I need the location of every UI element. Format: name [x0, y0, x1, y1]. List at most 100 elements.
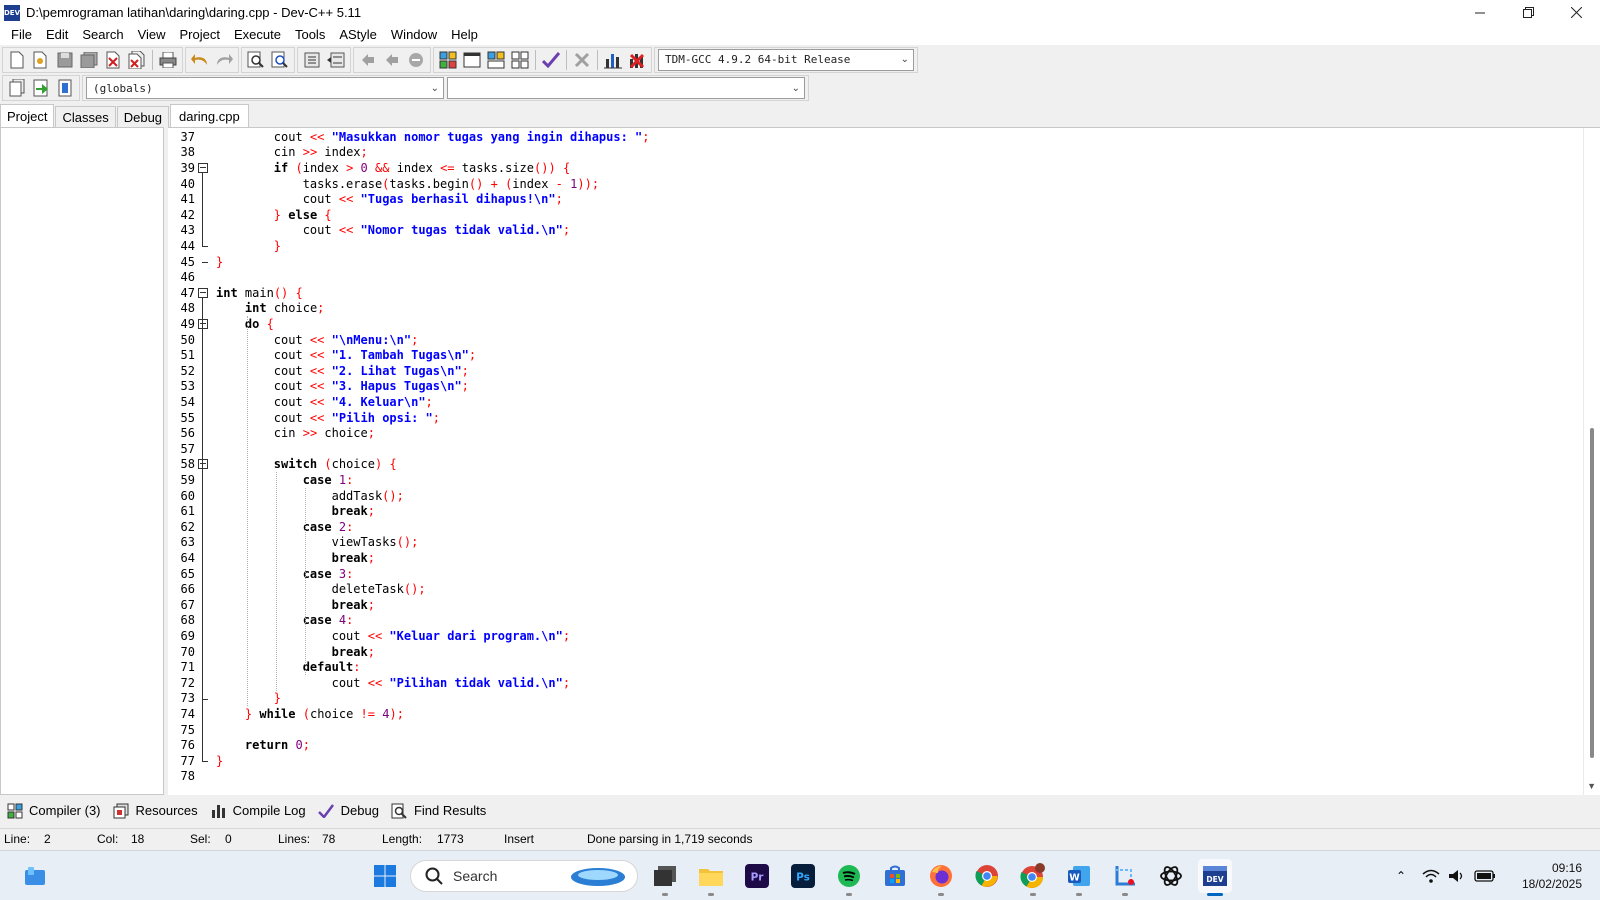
menu-help[interactable]: Help	[444, 25, 485, 45]
close-all-button[interactable]	[126, 49, 148, 71]
rebuild-all-button[interactable]	[509, 49, 531, 71]
delete-profile-button[interactable]	[626, 49, 648, 71]
menu-search[interactable]: Search	[75, 25, 130, 45]
taskbar-app-premiere[interactable]: Pr	[740, 859, 774, 893]
toggle-bookmark-button[interactable]	[381, 49, 403, 71]
code-line[interactable]: 44 }	[168, 238, 281, 254]
scroll-thumb[interactable]	[1590, 428, 1594, 758]
menu-window[interactable]: Window	[384, 25, 444, 45]
code-line[interactable]: 56 cin >> choice;	[168, 425, 375, 441]
code-editor[interactable]: 37 cout << "Masukkan nomor tugas yang in…	[168, 127, 1600, 795]
code-line[interactable]: 75	[168, 722, 195, 738]
find-button[interactable]	[245, 49, 267, 71]
taskbar-app-devcpp[interactable]: DEV	[1198, 859, 1232, 896]
indent-button[interactable]	[301, 49, 323, 71]
new-file-button[interactable]	[6, 49, 28, 71]
menu-file[interactable]: File	[4, 25, 39, 45]
fold-toggle-icon[interactable]	[198, 459, 208, 470]
show-hidden-icons-button[interactable]: ⌃	[1396, 869, 1406, 883]
devcpp-app-icon[interactable]: DEV	[4, 4, 20, 21]
wifi-icon[interactable]	[1422, 868, 1440, 884]
code-line[interactable]: 41 cout << "Tugas berhasil dihapus!\n";	[168, 191, 563, 207]
code-line[interactable]: 59 case 1:	[168, 472, 354, 488]
code-line[interactable]: 51 cout << "1. Tambah Tugas\n";	[168, 347, 477, 363]
code-line[interactable]: 61 break;	[168, 503, 375, 519]
code-line[interactable]: 70 break;	[168, 644, 375, 660]
code-line[interactable]: 64 break;	[168, 550, 375, 566]
tab-resources[interactable]: Resources	[113, 802, 198, 819]
code-line[interactable]: 58 switch (choice) {	[168, 457, 397, 473]
code-line[interactable]: 67 break;	[168, 597, 375, 613]
editor-tab-file[interactable]: daring.cpp	[170, 104, 249, 127]
goto-bookmark-button[interactable]	[357, 49, 379, 71]
compile-run-button[interactable]	[485, 49, 507, 71]
code-line[interactable]: 46	[168, 269, 195, 285]
code-line[interactable]: 74 } while (choice != 4);	[168, 706, 404, 722]
code-line[interactable]: 48 int choice;	[168, 301, 325, 317]
menu-tools[interactable]: Tools	[288, 25, 332, 45]
code-line[interactable]: 63 viewTasks();	[168, 535, 419, 551]
goto-line-button[interactable]	[405, 49, 427, 71]
undo-button[interactable]	[189, 49, 211, 71]
taskbar-app-word[interactable]: W	[1062, 859, 1096, 896]
battery-icon[interactable]	[1474, 869, 1496, 883]
taskbar-app-store[interactable]	[878, 859, 912, 893]
tab-classes[interactable]: Classes	[55, 106, 116, 127]
taskbar-search[interactable]: Search	[410, 860, 638, 892]
code-line[interactable]: 45}	[168, 254, 224, 270]
restore-button[interactable]	[1504, 0, 1552, 25]
code-line[interactable]: 71 default:	[168, 659, 361, 675]
stop-execution-button[interactable]	[571, 49, 593, 71]
compile-button[interactable]	[437, 49, 459, 71]
tab-compile-log[interactable]: Compile Log	[210, 802, 306, 819]
code-line[interactable]: 38 cin >> index;	[168, 145, 368, 161]
compiler-select[interactable]: TDM-GCC 4.9.2 64-bit Release ⌄	[658, 48, 914, 71]
code-line[interactable]: 55 cout << "Pilih opsi: ";	[168, 410, 440, 426]
open-file-button[interactable]	[30, 49, 52, 71]
code-line[interactable]: 68 case 4:	[168, 613, 354, 629]
add-to-project-button[interactable]	[30, 77, 52, 99]
code-line[interactable]: 50 cout << "\nMenu:\n";	[168, 332, 419, 348]
vertical-scrollbar[interactable]: ▼	[1583, 128, 1600, 795]
start-button[interactable]	[368, 859, 402, 893]
unindent-button[interactable]	[325, 49, 347, 71]
tab-debug[interactable]: Debug	[116, 106, 170, 127]
save-all-button[interactable]	[78, 49, 100, 71]
tab-project[interactable]: Project	[0, 104, 55, 127]
replace-button[interactable]	[269, 49, 291, 71]
close-file-button[interactable]	[102, 49, 124, 71]
code-line[interactable]: 53 cout << "3. Hapus Tugas\n";	[168, 379, 469, 395]
taskbar-app-chrome[interactable]	[970, 859, 1004, 893]
menu-view[interactable]: View	[131, 25, 173, 45]
close-button[interactable]	[1552, 0, 1600, 25]
new-project-button[interactable]	[6, 77, 28, 99]
taskbar-app-photoshop[interactable]: Ps	[786, 859, 820, 893]
taskbar-app-chatgpt[interactable]	[1154, 859, 1188, 893]
code-line[interactable]: 57	[168, 441, 195, 457]
minimize-button[interactable]	[1456, 0, 1504, 25]
code-line[interactable]: 47 int main() {	[168, 285, 303, 301]
project-options-button[interactable]	[54, 77, 76, 99]
fold-toggle-icon[interactable]	[198, 287, 208, 298]
code-line[interactable]: 65 case 3:	[168, 566, 354, 582]
profile-button[interactable]	[602, 49, 624, 71]
code-line[interactable]: 60 addTask();	[168, 488, 404, 504]
taskbar-app-spotify[interactable]	[832, 859, 866, 896]
code-line[interactable]: 72 cout << "Pilihan tidak valid.\n";	[168, 675, 571, 691]
code-line[interactable]: 69 cout << "Keluar dari program.\n";	[168, 628, 571, 644]
save-button[interactable]	[54, 49, 76, 71]
fold-toggle-icon[interactable]	[198, 319, 208, 329]
code-line[interactable]: 76 return 0;	[168, 737, 310, 753]
code-line[interactable]: 49 do {	[168, 316, 274, 332]
tab-compiler[interactable]: Compiler (3)	[6, 802, 101, 819]
code-line[interactable]: 43 cout << "Nomor tugas tidak valid.\n";	[168, 223, 571, 239]
volume-icon[interactable]	[1448, 868, 1466, 884]
code-line[interactable]: 62 case 2:	[168, 519, 354, 535]
code-line[interactable]: 42 } else {	[168, 207, 332, 223]
print-button[interactable]	[157, 49, 179, 71]
menu-project[interactable]: Project	[173, 25, 227, 45]
code-line[interactable]: 66 deleteTask();	[168, 581, 426, 597]
code-line[interactable]: 39 if (index > 0 && index <= tasks.size(…	[168, 160, 571, 176]
member-select[interactable]: ⌄	[447, 77, 805, 99]
code-line[interactable]: 78	[168, 769, 195, 785]
